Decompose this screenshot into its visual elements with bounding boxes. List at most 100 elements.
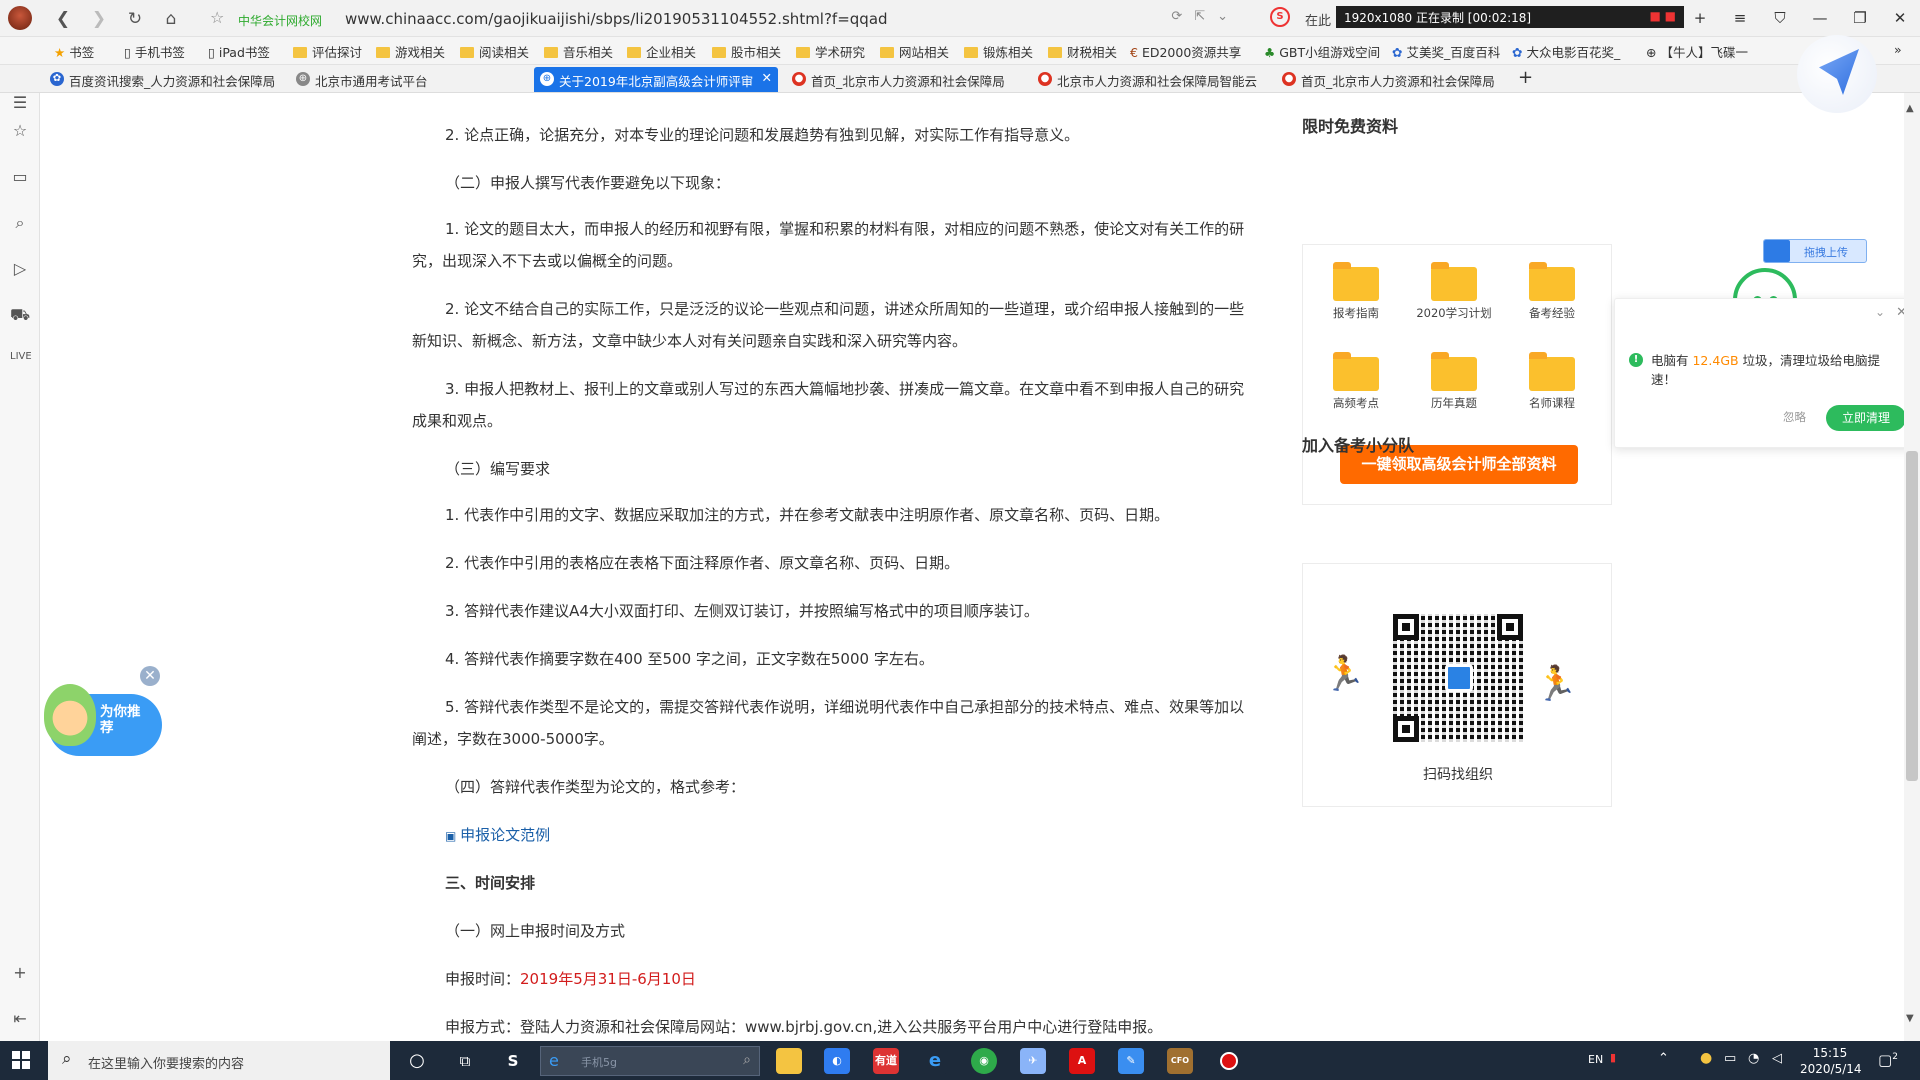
- youdao-icon[interactable]: 有道: [873, 1048, 899, 1074]
- tab-hr-cloud[interactable]: ● 北京市人力资源和社会保障局智能云: [1032, 67, 1262, 92]
- material-item[interactable]: 备考经验: [1507, 262, 1597, 321]
- url-field[interactable]: www.chinaacc.com/gaojikuaijishi/sbps/li2…: [345, 10, 888, 28]
- app-green-icon[interactable]: ◉: [971, 1048, 997, 1074]
- scroll-up-icon[interactable]: ▲: [1906, 103, 1914, 114]
- skin-icon[interactable]: ⛉: [1760, 0, 1800, 37]
- forward-icon[interactable]: ❯: [88, 8, 110, 30]
- close-icon[interactable]: ✕: [1880, 0, 1920, 37]
- volume-icon[interactable]: ◁: [1772, 1051, 1782, 1066]
- language-indicator[interactable]: EN: [1588, 1053, 1603, 1066]
- favorites-icon[interactable]: ☆: [10, 121, 30, 141]
- bookmark-item[interactable]: 游戏相关: [376, 42, 445, 61]
- clock[interactable]: 15:15 2020/5/14: [1800, 1045, 1862, 1077]
- reader-icon[interactable]: ☰: [10, 93, 30, 113]
- notes-icon[interactable]: ✎: [1118, 1048, 1144, 1074]
- tab-active-article[interactable]: ⊕ 关于2019年北京副高级会计师评审 ✕: [534, 67, 778, 92]
- bookmark-item[interactable]: 阅读相关: [460, 42, 529, 61]
- record-stop-icon[interactable]: ■ ■: [1650, 9, 1677, 23]
- battery-icon[interactable]: ▭: [1724, 1051, 1736, 1066]
- video-icon[interactable]: ▷: [10, 259, 30, 279]
- ime-icon[interactable]: ▮: [1610, 1051, 1616, 1064]
- new-tab-button[interactable]: +: [1518, 67, 1548, 92]
- file-explorer-icon[interactable]: [776, 1048, 802, 1074]
- notification-icon[interactable]: ▢2: [1878, 1051, 1898, 1069]
- collapse-sidebar-icon[interactable]: ⇤: [10, 1009, 30, 1029]
- home-icon[interactable]: ⌂: [160, 8, 182, 30]
- bookmark-item[interactable]: 学术研究: [796, 42, 865, 61]
- wifi-icon[interactable]: ◔: [1748, 1051, 1759, 1066]
- chevron-up-icon[interactable]: ⌃: [1658, 1051, 1669, 1066]
- user-avatar[interactable]: [8, 6, 32, 30]
- scrollbar-thumb[interactable]: [1906, 451, 1918, 781]
- chevron-down-icon[interactable]: ⌄: [1875, 305, 1885, 319]
- search-engine-icon[interactable]: S: [1270, 7, 1290, 27]
- tab-hr-home[interactable]: ● 首页_北京市人力资源和社会保障局: [786, 67, 1016, 92]
- taskbar-search-input[interactable]: 在这里输入你要搜索的内容: [48, 1041, 390, 1080]
- page-scrollbar[interactable]: ▲ ▼: [1904, 93, 1920, 1041]
- bird-app-icon[interactable]: ✈: [1020, 1048, 1046, 1074]
- cortana-icon[interactable]: ○: [404, 1048, 430, 1074]
- tab-hr-home-2[interactable]: ● 首页_北京市人力资源和社会保障局: [1276, 67, 1506, 92]
- tab-close-icon[interactable]: ✕: [762, 70, 772, 85]
- search-prefix[interactable]: 在此: [1305, 10, 1331, 29]
- bookmark-item[interactable]: ♣ GBT小组游戏空间: [1264, 42, 1380, 61]
- browser-360-icon[interactable]: ◐: [824, 1048, 850, 1074]
- material-item[interactable]: 高频考点: [1311, 352, 1401, 411]
- scroll-down-icon[interactable]: ▼: [1906, 1013, 1914, 1024]
- bookmark-item[interactable]: 财税相关: [1048, 42, 1117, 61]
- sample-link[interactable]: ▣ 申报论文范例: [445, 819, 1281, 852]
- live-icon[interactable]: LIVE: [10, 351, 32, 371]
- task-view-icon[interactable]: ⧉: [452, 1048, 478, 1074]
- bookmark-item[interactable]: 评估探讨: [293, 42, 362, 61]
- bookmark-item[interactable]: 音乐相关: [544, 42, 613, 61]
- cart-icon[interactable]: ⛟: [10, 305, 30, 325]
- material-item[interactable]: 历年真题: [1409, 352, 1499, 411]
- bird-assistant-icon[interactable]: [1797, 35, 1877, 113]
- restore-icon[interactable]: ❐: [1840, 0, 1880, 37]
- new-tab-icon[interactable]: +: [1680, 0, 1720, 37]
- drag-upload-button[interactable]: 拖拽上传: [1763, 239, 1867, 263]
- bookmark-item[interactable]: € ED2000资源共享: [1130, 42, 1241, 61]
- add-icon[interactable]: +: [10, 963, 30, 983]
- favorite-star-icon[interactable]: ☆: [210, 8, 224, 27]
- material-item[interactable]: 报考指南: [1311, 262, 1401, 321]
- bookmark-item[interactable]: ▯ 手机书签: [124, 42, 185, 61]
- tab-baidu-news[interactable]: ✿ 百度资讯搜索_人力资源和社会保障局: [44, 67, 274, 92]
- clean-now-button[interactable]: 立即清理: [1826, 405, 1906, 431]
- recorder-icon[interactable]: [1216, 1048, 1242, 1074]
- screen-recorder-bar[interactable]: 1920x1080 正在录制 [00:02:18] ■ ■: [1336, 6, 1684, 28]
- bookmark-item[interactable]: 股市相关: [712, 42, 781, 61]
- windows-start-icon[interactable]: [12, 1051, 30, 1069]
- minimize-icon[interactable]: —: [1800, 0, 1840, 37]
- cfo-icon[interactable]: CFO: [1167, 1048, 1193, 1074]
- bookmark-item[interactable]: ⊕ 【牛人】飞碟一: [1646, 42, 1748, 61]
- bookmark-item[interactable]: ★ 书签: [54, 42, 94, 61]
- material-item[interactable]: 名师课程: [1507, 352, 1597, 411]
- qr-logo-icon: [1445, 664, 1473, 692]
- book-icon[interactable]: ▭: [10, 167, 30, 187]
- bookmark-item[interactable]: ✿ 艾美奖_百度百科: [1392, 42, 1500, 61]
- search-icon[interactable]: ⌕: [10, 213, 30, 233]
- bookmark-item[interactable]: ✿ 大众电影百花奖_: [1512, 42, 1620, 61]
- bookmark-item[interactable]: 网站相关: [880, 42, 949, 61]
- close-icon[interactable]: ✕: [140, 666, 160, 686]
- mascot-icon: [44, 684, 96, 746]
- back-icon[interactable]: ❮: [52, 8, 74, 30]
- material-item[interactable]: 2020学习计划: [1409, 262, 1499, 321]
- tray-app-icon[interactable]: ●: [1700, 1050, 1712, 1066]
- address-bar[interactable]: ☆ 中华会计网校网 www.chinaacc.com/gaojikuaijish…: [200, 5, 1260, 32]
- pdf-icon[interactable]: A: [1069, 1048, 1095, 1074]
- taskbar-browser-search[interactable]: e 手机5g ⌕: [540, 1046, 760, 1076]
- bookmark-item[interactable]: ▯ iPad书签: [208, 42, 270, 61]
- menu-icon[interactable]: ≡: [1720, 0, 1760, 37]
- bookmark-item[interactable]: 企业相关: [627, 42, 696, 61]
- recommend-widget[interactable]: 为你推荐 ✕: [40, 666, 162, 770]
- edge-icon[interactable]: e: [922, 1048, 948, 1074]
- ignore-link[interactable]: 忽略: [1783, 409, 1806, 425]
- tab-exam-platform[interactable]: ⊕ 北京市通用考试平台: [290, 67, 520, 92]
- bookmark-item[interactable]: 锻炼相关: [964, 42, 1033, 61]
- address-tools-icon[interactable]: ⟳⇱⌄: [1171, 9, 1240, 24]
- more-bookmarks-icon[interactable]: »: [1894, 42, 1902, 57]
- refresh-icon[interactable]: ↻: [124, 8, 146, 30]
- app-s-icon[interactable]: S: [500, 1048, 526, 1074]
